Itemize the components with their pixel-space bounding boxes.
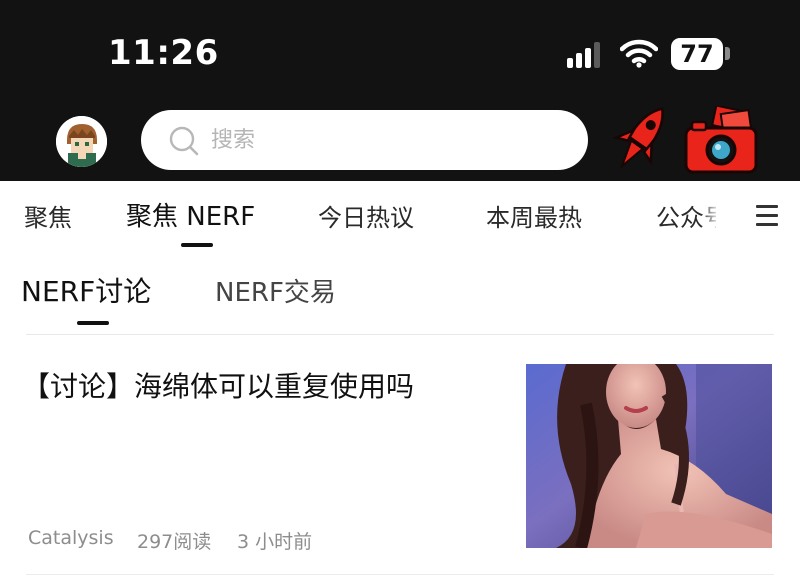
user-avatar[interactable] [56,116,107,167]
battery-icon: 77 [671,38,723,70]
tab-today-hot[interactable]: 今日热议 [318,198,414,233]
signal-bars-icon [567,42,609,68]
subtab-nerf-discussion[interactable]: NERF讨论 [21,270,151,310]
tab-focus[interactable]: 聚焦 [24,198,72,233]
article-author: Catalysis [28,527,114,549]
list-divider [26,574,774,575]
status-time: 11:26 [108,33,219,73]
hamburger-menu-icon[interactable] [746,201,788,231]
search-bar[interactable] [141,110,588,170]
article-time: 3 小时前 [237,531,313,553]
article-thumbnail[interactable] [526,364,772,548]
active-subtab-indicator [77,321,109,325]
active-tab-indicator [181,243,213,247]
search-input[interactable] [211,110,571,170]
tab-focus-nerf[interactable]: 聚焦 NERF [126,196,255,233]
channel-tabs: 聚焦 聚焦 NERF 今日热议 本周最热 公众号 [0,181,800,247]
subtab-nerf-trade[interactable]: NERF交易 [215,272,336,309]
wifi-icon [620,39,658,68]
photo-thumbnail [526,364,772,548]
tabs-fade [700,181,720,247]
rocket-icon[interactable] [610,98,672,180]
battery-level: 77 [680,40,714,68]
divider [26,334,774,335]
tab-week-hottest[interactable]: 本周最热 [486,198,582,233]
article-title[interactable]: 【讨论】海绵体可以重复使用吗 [22,365,414,405]
battery-tip [725,47,730,60]
avatar-image [56,116,107,167]
search-icon [169,126,199,156]
camera-icon[interactable] [684,106,760,176]
top-header: 11:26 77 [0,0,800,181]
article-reads: 297阅读 [137,531,212,553]
